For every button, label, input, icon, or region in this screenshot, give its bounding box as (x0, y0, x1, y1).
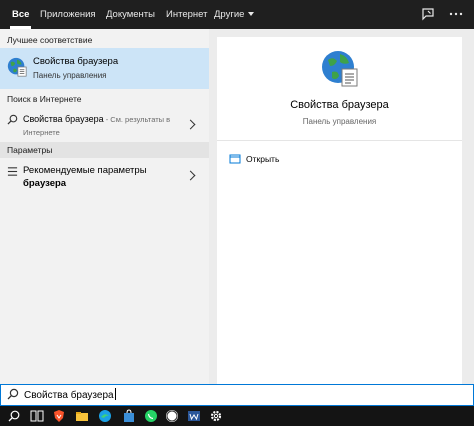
taskbar (0, 406, 474, 426)
settings-header: Параметры (0, 142, 209, 158)
edge-icon[interactable] (98, 409, 112, 423)
chevron-down-icon (248, 12, 255, 16)
settings-result[interactable]: Рекомендуемые параметры браузера (0, 160, 209, 192)
text-cursor (114, 388, 116, 400)
tab-other[interactable]: Другие (214, 0, 255, 29)
wordpress-icon[interactable] (165, 409, 179, 423)
web-search-result[interactable]: Свойства браузера - См. результаты в Инт… (0, 110, 209, 140)
internet-options-globe-icon (7, 57, 27, 77)
best-match-item[interactable]: Свойства браузера Панель управления (0, 48, 209, 89)
search-icon (7, 114, 18, 125)
details-divider (217, 140, 462, 141)
best-match-title: Свойства браузера (33, 56, 119, 67)
file-explorer-icon[interactable] (75, 409, 89, 423)
settings-result-line2: браузера (23, 178, 67, 189)
search-input-value: Свойства браузера (24, 388, 116, 401)
search-query-text: Свойства браузера (24, 390, 114, 401)
open-label: Открыть (246, 154, 280, 164)
best-match-header: Лучшее соответствие (7, 35, 93, 45)
brave-browser-icon[interactable] (52, 409, 66, 423)
search-input[interactable]: Свойства браузера (0, 384, 474, 406)
search-icon[interactable] (7, 409, 21, 423)
internet-options-globe-icon (322, 51, 358, 87)
details-title: Свойства браузера (290, 99, 389, 111)
settings-list-icon (7, 167, 18, 176)
tab-apps[interactable]: Приложения (40, 0, 96, 29)
web-search-hint-2: Интернете (23, 128, 60, 137)
best-match-subtitle: Панель управления (33, 71, 107, 80)
task-view-icon[interactable] (30, 409, 44, 423)
open-window-icon (229, 154, 241, 164)
web-search-hint: - См. результаты в (103, 115, 171, 124)
feedback-icon[interactable] (420, 6, 436, 22)
web-search-header: Поиск в Интернете (7, 94, 82, 104)
results-list: Лучшее соответствие Свойства браузера Па… (0, 29, 209, 384)
store-icon[interactable] (122, 409, 136, 423)
search-scope-tabs: Все Приложения Документы Интернет Другие (0, 0, 474, 29)
whatsapp-icon[interactable] (144, 409, 158, 423)
tab-other-label: Другие (214, 9, 245, 20)
details-subtitle: Панель управления (302, 117, 377, 126)
tab-all[interactable]: Все (9, 0, 32, 29)
tab-documents[interactable]: Документы (106, 0, 155, 29)
web-search-query: Свойства браузера (23, 114, 104, 124)
chevron-right-icon (185, 170, 196, 181)
search-window: Все Приложения Документы Интернет Другие… (0, 0, 474, 426)
settings-gear-icon[interactable] (209, 409, 223, 423)
more-icon[interactable] (448, 6, 464, 22)
tab-internet[interactable]: Интернет (166, 0, 207, 29)
search-icon (7, 388, 19, 400)
web-search-text: Свойства браузера - См. результаты в Инт… (23, 113, 188, 139)
details-pane: Свойства браузера Панель управления Откр… (217, 37, 462, 384)
settings-result-line1: Рекомендуемые параметры (23, 165, 147, 176)
word-icon[interactable] (187, 409, 201, 423)
